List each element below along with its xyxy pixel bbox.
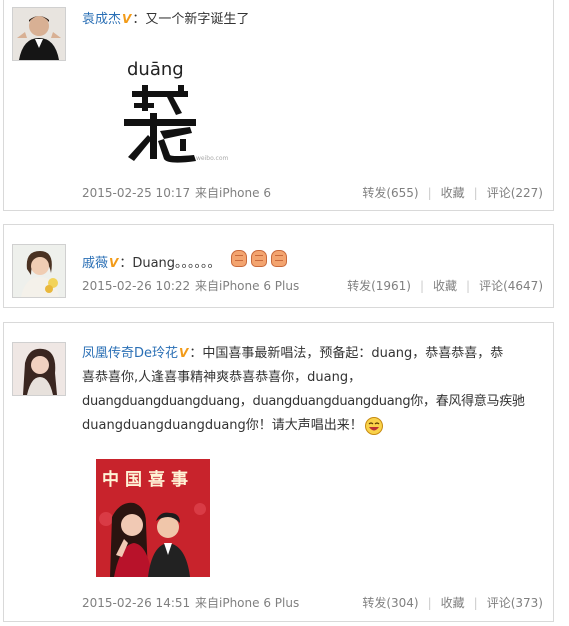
fist-emoji-icon xyxy=(270,250,287,267)
favorite-button[interactable]: 收藏 xyxy=(441,596,465,610)
post-source: 来自iPhone 6 Plus xyxy=(195,279,300,293)
colon: ： xyxy=(132,12,146,27)
emoji-group xyxy=(230,250,291,267)
post-source: 来自iPhone 6 Plus xyxy=(195,596,300,610)
divider: | xyxy=(427,186,432,200)
favorite-button[interactable]: 收藏 xyxy=(433,279,457,293)
post-time[interactable]: 2015-02-26 14:51 xyxy=(82,594,190,612)
post-meta: 2015-02-26 10:22 来自iPhone 6 Plus 转发(1961… xyxy=(82,277,543,295)
verified-badge-icon: V xyxy=(109,256,119,270)
divider: | xyxy=(419,279,425,293)
post-text-line: duangduangduangduang你！请大声唱出来！ xyxy=(82,418,363,433)
favorite-button[interactable]: 收藏 xyxy=(441,186,465,200)
post-time[interactable]: 2015-02-26 10:22 xyxy=(82,277,190,295)
post-text: 又一个新字诞生了 xyxy=(145,12,250,27)
divider: | xyxy=(427,596,432,610)
image-watermark: weibo.com xyxy=(196,155,229,162)
post-card: 戚薇V：Duang。。。。。。 2015-02-26 10:22 来自iPhon… xyxy=(3,224,554,308)
avatar[interactable] xyxy=(12,7,66,61)
post-meta: 2015-02-25 10:17 来自iPhone 6 转发(655) | 收藏 | 评… xyxy=(82,184,543,202)
post-card: 袁成杰V：又一个新字诞生了 duāng weibo.com 2015-02-25… xyxy=(3,0,554,211)
fist-emoji-icon xyxy=(250,250,267,267)
comment-button[interactable]: 评论(373) xyxy=(487,596,543,610)
post-text-line: duangduangduangduang，duangduangduangduan… xyxy=(82,394,525,409)
post-time[interactable]: 2015-02-25 10:17 xyxy=(82,184,190,202)
avatar[interactable] xyxy=(12,244,66,298)
couple-photo xyxy=(99,502,206,577)
username-link[interactable]: 袁成杰 xyxy=(82,12,121,27)
post-meta: 2015-02-26 14:51 来自iPhone 6 Plus 转发(304)… xyxy=(82,594,543,612)
colon: ： xyxy=(119,256,133,271)
divider: | xyxy=(473,596,478,610)
username-link[interactable]: 戚薇 xyxy=(82,256,108,271)
comment-button[interactable]: 评论(4647) xyxy=(479,279,543,293)
username-link[interactable]: 凤凰传奇De玲花 xyxy=(82,346,178,361)
post-image[interactable]: duāng weibo.com xyxy=(110,55,230,167)
post-text-line: 喜恭喜你,人逢喜事精神爽恭喜恭喜你，duang， xyxy=(82,370,362,385)
post-text-line: 中国喜事最新唱法，预备起：duang，恭喜恭喜，恭 xyxy=(202,346,504,361)
repost-button[interactable]: 转发(1961) xyxy=(347,279,411,293)
fist-emoji-icon xyxy=(230,250,247,267)
post-source: 来自iPhone 6 xyxy=(195,186,271,200)
post-text: Duang。。。。。。 xyxy=(132,256,221,271)
divider: | xyxy=(466,279,471,293)
repost-button[interactable]: 转发(304) xyxy=(362,596,418,610)
comment-button[interactable]: 评论(227) xyxy=(487,186,543,200)
post-image[interactable]: 中国喜事 xyxy=(96,459,210,577)
duang-character-icon xyxy=(124,85,196,163)
colon: ： xyxy=(189,346,203,361)
verified-badge-icon: V xyxy=(179,346,189,360)
laughing-emoji-icon xyxy=(364,416,383,435)
avatar[interactable] xyxy=(12,342,66,396)
verified-badge-icon: V xyxy=(122,12,132,26)
repost-button[interactable]: 转发(655) xyxy=(362,186,418,200)
pinyin-label: duāng xyxy=(127,59,184,80)
divider: | xyxy=(473,186,478,200)
post-card: 凤凰传奇De玲花V：中国喜事最新唱法，预备起：duang，恭喜恭喜，恭 喜恭喜你… xyxy=(3,322,554,622)
